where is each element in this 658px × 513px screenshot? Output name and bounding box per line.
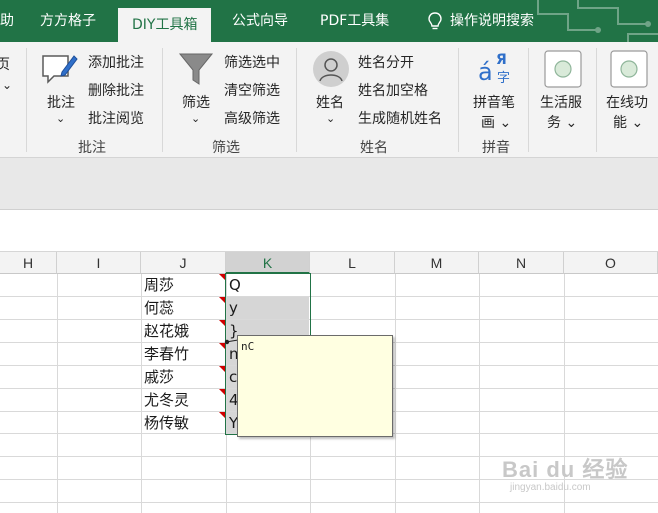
life-service-icon [544,50,582,88]
cell-j-name[interactable]: 周莎 [144,274,174,296]
cell-j-name[interactable]: 李春竹 [144,343,189,365]
life-service-button[interactable]: 生活服 [540,92,582,112]
column-header-i[interactable]: I [57,252,141,274]
column-header-o[interactable]: O [564,252,658,274]
pinyin-group-label: 拼音 [482,140,510,156]
view-comments-button[interactable]: 批注阅览 [88,108,144,128]
group-separator [458,48,459,152]
filter-button[interactable]: 筛选 [182,92,210,112]
pinyin-icon-cyrillic: Я [496,52,507,68]
pinyin-stroke-button[interactable]: 拼音笔 [473,92,515,112]
baidu-watermark: Bai du 经验 jingyan.baidu.com [502,452,628,493]
ribbon-cut-chevron: ⌄ [2,78,13,92]
column-header-k[interactable]: K [226,252,310,274]
name-chevron-icon[interactable]: ⌄ [326,112,335,125]
cell-k-value[interactable]: Q [229,274,241,296]
comment-indicator-icon [219,297,225,303]
comment-chevron-icon[interactable]: ⌄ [56,112,65,125]
comment-popup[interactable]: nC [237,335,393,437]
comment-indicator-icon [219,412,225,418]
comment-group-label: 批注 [78,140,106,156]
group-separator [26,48,27,152]
comment-indicator-icon [219,320,225,326]
filter-funnel-icon [178,53,214,85]
cell-j-name[interactable]: 赵花娥 [144,320,189,342]
circuit-decoration-icon [537,0,658,42]
name-button[interactable]: 姓名 [316,92,344,112]
split-name-button[interactable]: 姓名分开 [358,52,414,72]
name-group-label: 姓名 [360,140,388,156]
advanced-filter-button[interactable]: 高级筛选 [224,108,280,128]
lightbulb-icon [428,12,442,30]
random-name-button[interactable]: 生成随机姓名 [358,108,442,128]
cell-j-name[interactable]: 尤冬灵 [144,389,189,411]
name-add-space-button[interactable]: 姓名加空格 [358,80,428,100]
comment-edit-icon [42,55,78,84]
comment-indicator-icon [219,274,225,280]
delete-comment-button[interactable]: 删除批注 [88,80,144,100]
cell-k-value[interactable]: c [229,366,237,388]
ribbon-cut-label: 页 [0,57,10,73]
comment-indicator-icon [219,389,225,395]
tell-me-label: 操作说明搜索 [450,13,534,29]
cell-k-value[interactable]: y [229,297,238,319]
comment-button[interactable]: 批注 [47,92,75,112]
tab-fangfanggezi[interactable]: 方方格子 [40,0,96,42]
column-header-h[interactable]: H [0,252,57,274]
pinyin-icon-letter: á [478,58,493,86]
ribbon-tab-bar: 助 方方格子 DIY工具箱 公式向导 PDF工具集 操作说明搜索 [0,0,658,42]
filter-chevron-icon[interactable]: ⌄ [191,112,200,125]
comment-indicator-icon [219,366,225,372]
tab-help[interactable]: 助 [0,0,14,42]
add-comment-button[interactable]: 添加批注 [88,52,144,72]
tab-formula-wizard[interactable]: 公式向导 [232,0,288,42]
clear-filter-button[interactable]: 清空筛选 [224,80,280,100]
online-function-icon [610,50,648,88]
tab-pdf-tools[interactable]: PDF工具集 [320,0,389,42]
group-separator [296,48,297,152]
tell-me-search[interactable]: 操作说明搜索 [428,0,534,42]
cell-j-name[interactable]: 戚莎 [144,366,174,388]
tab-diy-toolbox[interactable]: DIY工具箱 [118,8,212,42]
watermark-main: Bai du 经验 [502,457,629,482]
filter-group-label: 筛选 [212,140,240,156]
pinyin-icon: á Я 字 [478,52,514,88]
pinyin-icon-char: 字 [497,71,511,86]
sheet-top-blank [0,210,658,252]
column-header-n[interactable]: N [479,252,564,274]
comment-text: nC [241,340,255,353]
pinyin-stroke-button-line2[interactable]: 画 ⌄ [481,112,511,132]
online-function-button-line2[interactable]: 能 ⌄ [613,112,643,132]
group-separator [596,48,597,152]
formula-bar-area [0,158,658,210]
life-service-button-line2[interactable]: 务 ⌄ [547,112,577,132]
filter-selected-button[interactable]: 筛选选中 [224,52,280,72]
group-separator [162,48,163,152]
column-header-l[interactable]: L [310,252,395,274]
person-avatar-icon [313,51,349,87]
online-function-button[interactable]: 在线功 [606,92,648,112]
column-header-j[interactable]: J [141,252,226,274]
cell-j-name[interactable]: 杨传敏 [144,412,189,434]
ribbon: 页 ⌄ 批注 ⌄ 添加批注 删除批注 批注阅览 批注 筛选 ⌄ 筛选选中 清空筛… [0,42,658,158]
cell-j-name[interactable]: 何蕊 [144,297,174,319]
group-separator [528,48,529,152]
column-header-m[interactable]: M [395,252,479,274]
